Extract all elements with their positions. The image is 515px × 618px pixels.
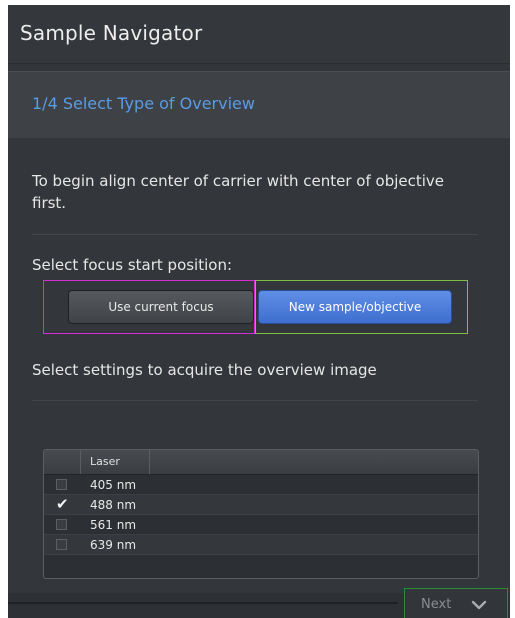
table-row[interactable]: 561 nm (44, 515, 478, 535)
table-header-laser[interactable]: Laser (80, 450, 150, 474)
next-button[interactable]: Next (404, 588, 508, 618)
table-header: Laser (44, 450, 478, 475)
footer-divider (8, 602, 398, 604)
intro-text: To begin align center of carrier with ce… (32, 172, 445, 212)
step-title: 1/4 Select Type of Overview (32, 94, 255, 113)
page-root: Sample Navigator 1/4 Select Type of Over… (0, 0, 515, 618)
checkbox[interactable] (56, 539, 67, 550)
overview-settings-label: Select settings to acquire the overview … (32, 361, 377, 379)
laser-label: 561 nm (90, 518, 137, 532)
divider (32, 400, 478, 401)
sample-navigator-panel: Sample Navigator 1/4 Select Type of Over… (8, 5, 510, 618)
use-current-focus-button[interactable]: Use current focus (68, 290, 254, 324)
new-sample-objective-button[interactable]: New sample/objective (258, 290, 452, 324)
checkbox[interactable] (56, 479, 67, 490)
step-header[interactable]: 1/4 Select Type of Overview (8, 71, 510, 139)
table-row[interactable]: 639 nm (44, 535, 478, 555)
checkmark-icon[interactable]: ✔ (56, 497, 69, 512)
focus-start-label: Select focus start position: (32, 256, 233, 274)
chevron-down-icon (471, 600, 487, 610)
laser-label: 639 nm (90, 538, 137, 552)
next-button-label: Next (421, 597, 452, 612)
divider (32, 234, 478, 235)
table-row[interactable]: ✔ 488 nm (44, 495, 478, 515)
title-bar: Sample Navigator (8, 5, 510, 64)
laser-table: Laser 405 nm ✔ 488 nm 561 nm 639 nm (43, 449, 479, 579)
laser-label: 488 nm (90, 498, 137, 512)
table-header-check-column[interactable] (44, 450, 81, 474)
step-content: To begin align center of carrier with ce… (8, 138, 510, 593)
laser-label: 405 nm (90, 478, 137, 492)
checkbox[interactable] (56, 519, 67, 530)
table-row[interactable]: 405 nm (44, 475, 478, 495)
panel-title: Sample Navigator (20, 21, 203, 45)
